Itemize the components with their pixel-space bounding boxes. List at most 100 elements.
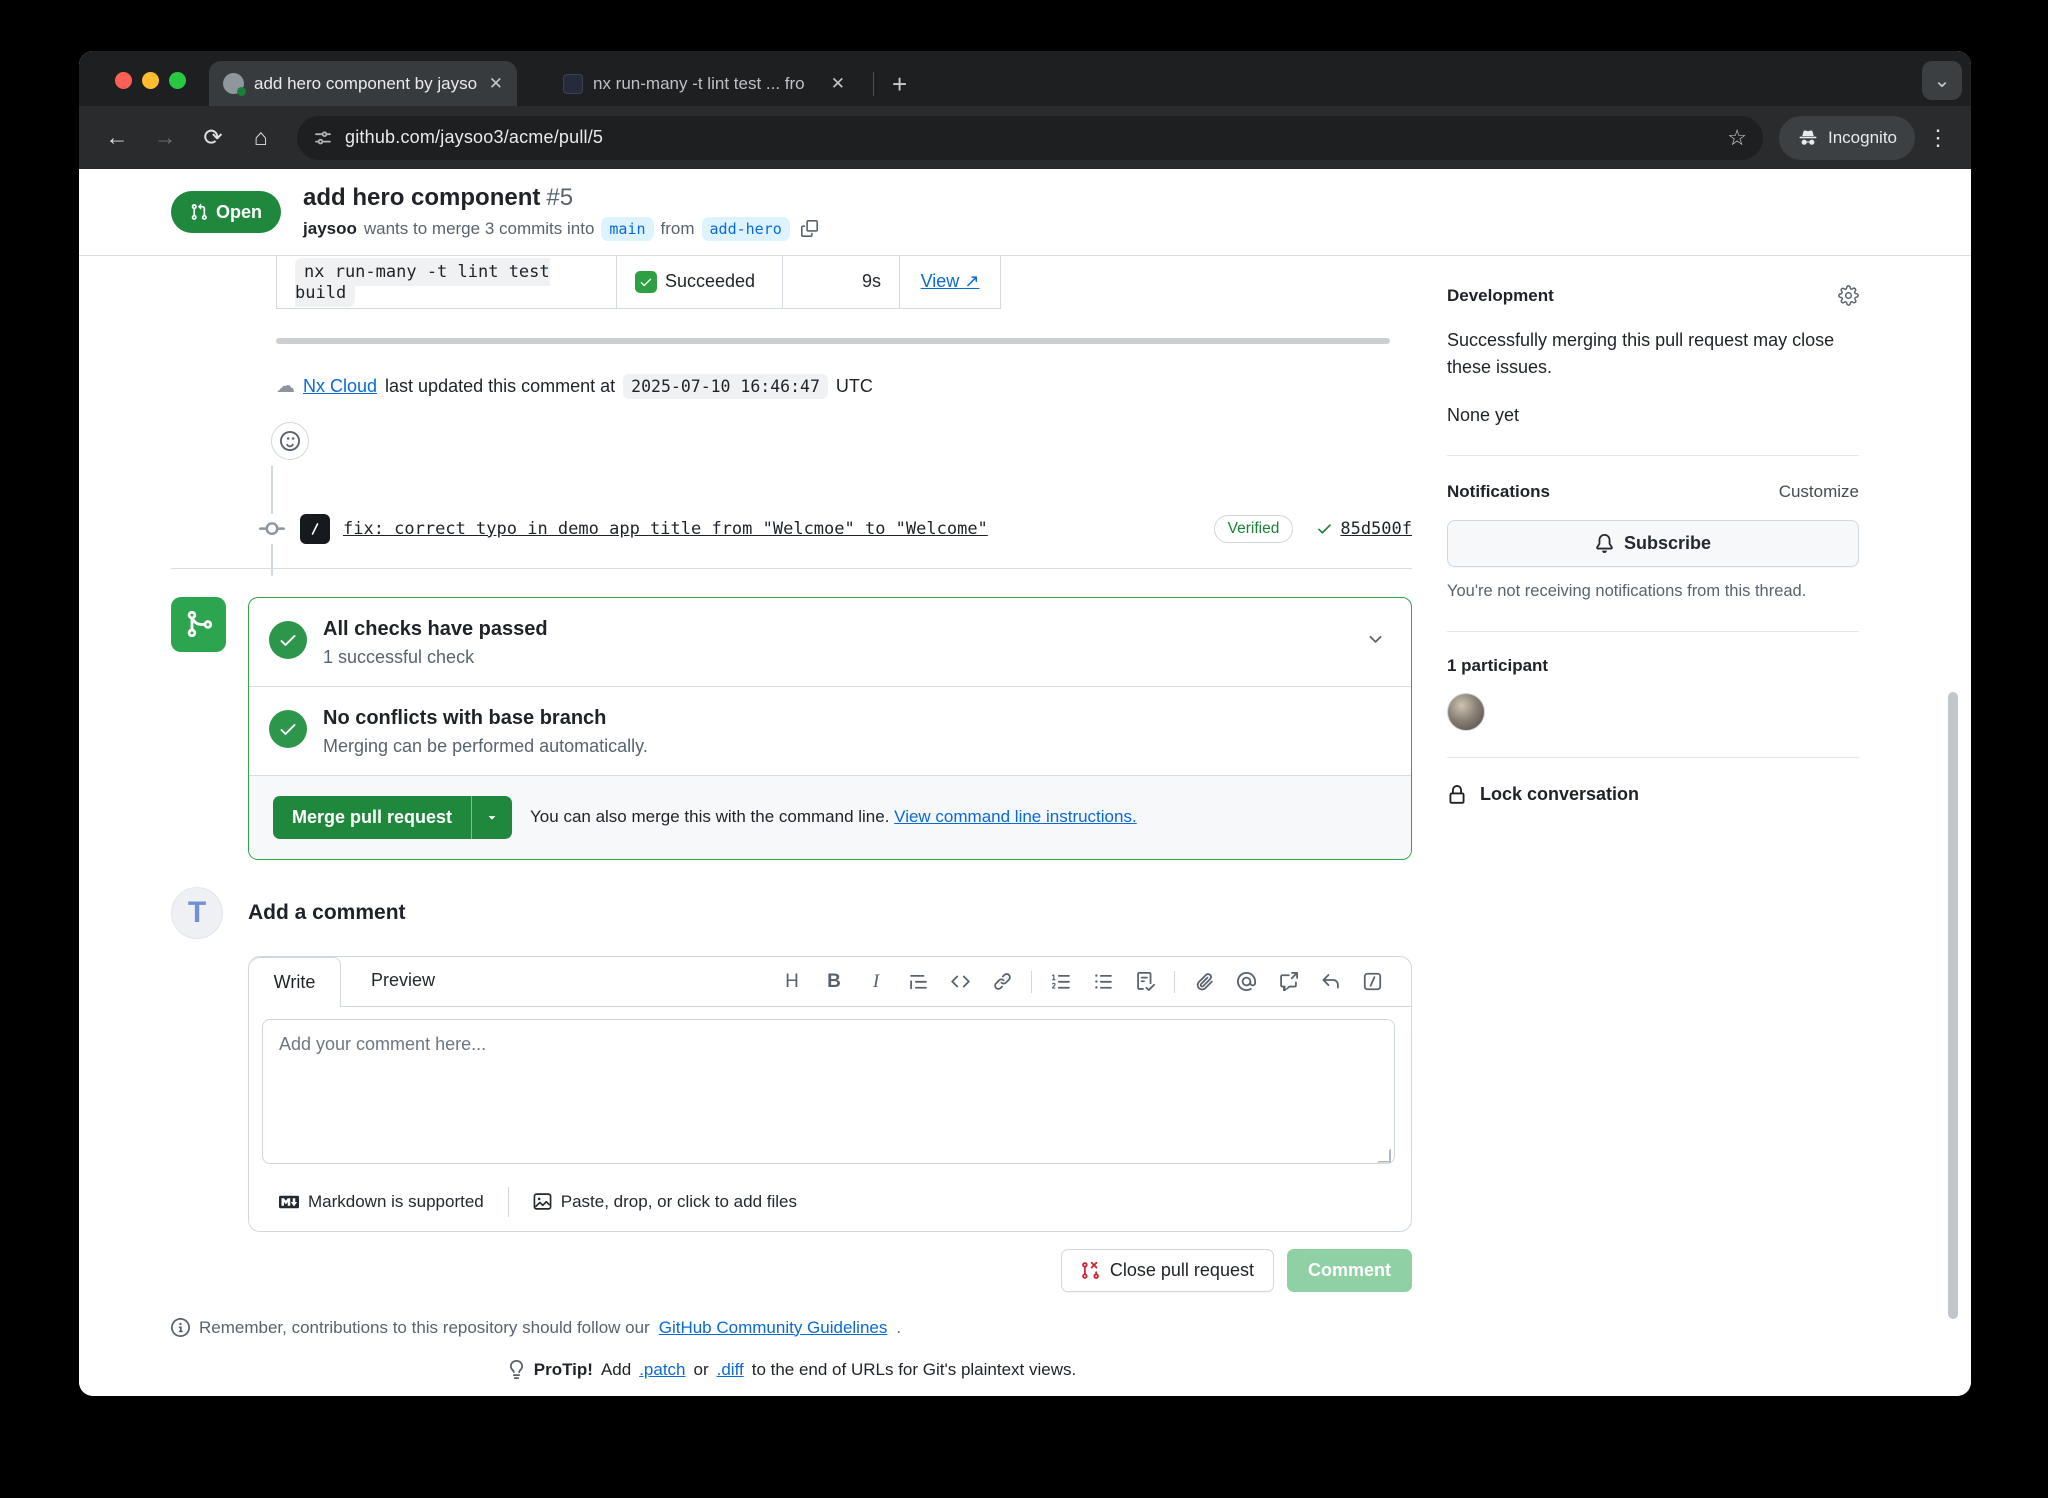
section-divider: [171, 568, 1412, 569]
close-tab-icon[interactable]: ✕: [489, 74, 503, 94]
chevron-down-icon[interactable]: [1366, 630, 1385, 649]
development-heading: Development: [1447, 286, 1554, 306]
community-guidelines-link[interactable]: GitHub Community Guidelines: [659, 1318, 888, 1338]
pull-request-icon: [190, 203, 208, 221]
sidebar-divider: [1447, 757, 1859, 758]
comment-timestamp: 2025-07-10 16:46:47: [623, 374, 828, 399]
bookmark-star-icon[interactable]: ☆: [1727, 125, 1747, 151]
head-branch-label[interactable]: add-hero: [702, 217, 790, 241]
view-check-link[interactable]: View ↗: [921, 271, 980, 291]
tab-title: nx run-many -t lint test ... fro: [593, 74, 821, 94]
cross-reference-icon[interactable]: [1269, 963, 1307, 1001]
checks-passed-section[interactable]: All checks have passed 1 successful chec…: [249, 598, 1411, 687]
customize-link[interactable]: Customize: [1779, 482, 1859, 502]
merge-options-caret[interactable]: [471, 796, 512, 839]
close-pull-request-button[interactable]: Close pull request: [1061, 1249, 1274, 1292]
close-window-button[interactable]: [115, 72, 132, 89]
lock-conversation-button[interactable]: Lock conversation: [1447, 784, 1859, 805]
gear-icon[interactable]: [1838, 285, 1859, 306]
diff-link[interactable]: .diff: [717, 1360, 744, 1380]
patch-link[interactable]: .patch: [639, 1360, 685, 1380]
site-settings-icon[interactable]: [313, 128, 333, 148]
pr-author[interactable]: jaysoo: [303, 219, 357, 239]
tab-strip: add hero component by jayso ✕ nx run-man…: [79, 51, 1971, 106]
tab-search-button[interactable]: ⌄: [1922, 61, 1962, 100]
participant-avatar[interactable]: [1447, 693, 1485, 731]
tab-nx-run[interactable]: nx run-many -t lint test ... fro ✕: [549, 61, 859, 106]
quote-icon[interactable]: [899, 963, 937, 1001]
tab-preview[interactable]: Preview: [341, 956, 465, 1006]
saved-replies-icon[interactable]: [1311, 963, 1349, 1001]
browser-window: add hero component by jayso ✕ nx run-man…: [79, 51, 1971, 1396]
code-icon[interactable]: [941, 963, 979, 1001]
back-icon[interactable]: ←: [97, 118, 137, 158]
cli-merge-text: You can also merge this with the command…: [530, 807, 1137, 827]
checks-title: All checks have passed: [323, 618, 548, 641]
cli-instructions-link[interactable]: View command line instructions.: [894, 807, 1137, 826]
commit-author-avatar[interactable]: [300, 514, 330, 544]
forward-icon[interactable]: →: [145, 118, 185, 158]
lock-icon: [1447, 785, 1467, 805]
merge-status-box: All checks have passed 1 successful chec…: [248, 597, 1412, 860]
table-row: nx run-many -t lint test build Succeeded…: [277, 256, 1001, 308]
github-page: Open add hero component#5 jaysoo wants t…: [79, 169, 1971, 1396]
browser-menu-icon[interactable]: ⋮: [1923, 125, 1953, 151]
base-branch-label[interactable]: main: [601, 217, 653, 241]
fullscreen-window-button[interactable]: [169, 72, 186, 89]
comment-textarea[interactable]: [262, 1019, 1395, 1164]
commit-sha-link[interactable]: 85d500f: [1340, 519, 1412, 539]
markdown-icon: [279, 1192, 299, 1212]
tab-title: add hero component by jayso: [254, 74, 479, 94]
address-bar[interactable]: github.com/jaysoo3/acme/pull/5 ☆: [297, 116, 1763, 160]
formatting-toolbar: H B I: [773, 957, 1391, 1007]
subscribe-button[interactable]: Subscribe: [1447, 520, 1859, 567]
copy-branch-icon[interactable]: [801, 220, 818, 237]
notifications-note: You're not receiving notifications from …: [1447, 582, 1859, 601]
image-icon: [533, 1192, 552, 1211]
check-status: Succeeded: [635, 271, 764, 293]
verified-badge[interactable]: Verified: [1214, 515, 1294, 543]
tab-write[interactable]: Write: [249, 957, 341, 1007]
merge-pull-request-button[interactable]: Merge pull request: [273, 796, 512, 839]
nx-cloud-link[interactable]: Nx Cloud: [303, 376, 377, 397]
commit-message-link[interactable]: fix: correct typo in demo app title from…: [343, 519, 1201, 539]
success-check-icon: [635, 271, 657, 293]
add-reaction-button[interactable]: [271, 422, 309, 460]
close-tab-icon[interactable]: ✕: [831, 74, 845, 94]
vertical-scrollbar[interactable]: [1948, 692, 1958, 1319]
external-link-icon: ↗: [964, 271, 979, 291]
bold-icon[interactable]: B: [815, 963, 853, 1001]
italic-icon[interactable]: I: [857, 963, 895, 1001]
cloud-icon: ☁: [276, 375, 295, 398]
task-list-icon[interactable]: [1126, 963, 1164, 1001]
incognito-badge: Incognito: [1779, 116, 1915, 160]
url-text[interactable]: github.com/jaysoo3/acme/pull/5: [345, 127, 1715, 148]
horizontal-scrollbar[interactable]: [276, 338, 1390, 344]
contribution-note: Remember, contributions to this reposito…: [171, 1318, 1412, 1338]
git-merge-icon: [171, 597, 226, 652]
incognito-icon: [1797, 127, 1819, 149]
lightbulb-icon: [507, 1360, 526, 1379]
new-tab-button[interactable]: +: [892, 69, 907, 106]
tab-pull-request[interactable]: add hero component by jayso ✕: [209, 61, 517, 106]
commit-icon: [257, 514, 287, 544]
comment-button[interactable]: Comment: [1287, 1249, 1412, 1292]
bullet-list-icon[interactable]: [1084, 963, 1122, 1001]
check-icon: [1316, 520, 1333, 537]
link-icon[interactable]: [983, 963, 1021, 1001]
paste-drop-files[interactable]: Paste, drop, or click to add files: [517, 1187, 813, 1217]
numbered-list-icon[interactable]: [1042, 963, 1080, 1001]
check-duration: 9s: [783, 256, 900, 308]
tab-separator: [873, 72, 874, 96]
minimize-window-button[interactable]: [142, 72, 159, 89]
slash-commands-icon[interactable]: [1353, 963, 1391, 1001]
pull-request-closed-icon: [1081, 1261, 1100, 1280]
heading-icon[interactable]: H: [773, 963, 811, 1001]
reload-icon[interactable]: ⟳: [193, 118, 233, 158]
mention-icon[interactable]: [1227, 963, 1265, 1001]
development-body: Successfully merging this pull request m…: [1447, 327, 1859, 381]
add-comment-heading: Add a comment: [248, 901, 406, 925]
home-icon[interactable]: ⌂: [241, 118, 281, 158]
attach-file-icon[interactable]: [1185, 963, 1223, 1001]
markdown-supported[interactable]: Markdown is supported: [263, 1187, 500, 1217]
